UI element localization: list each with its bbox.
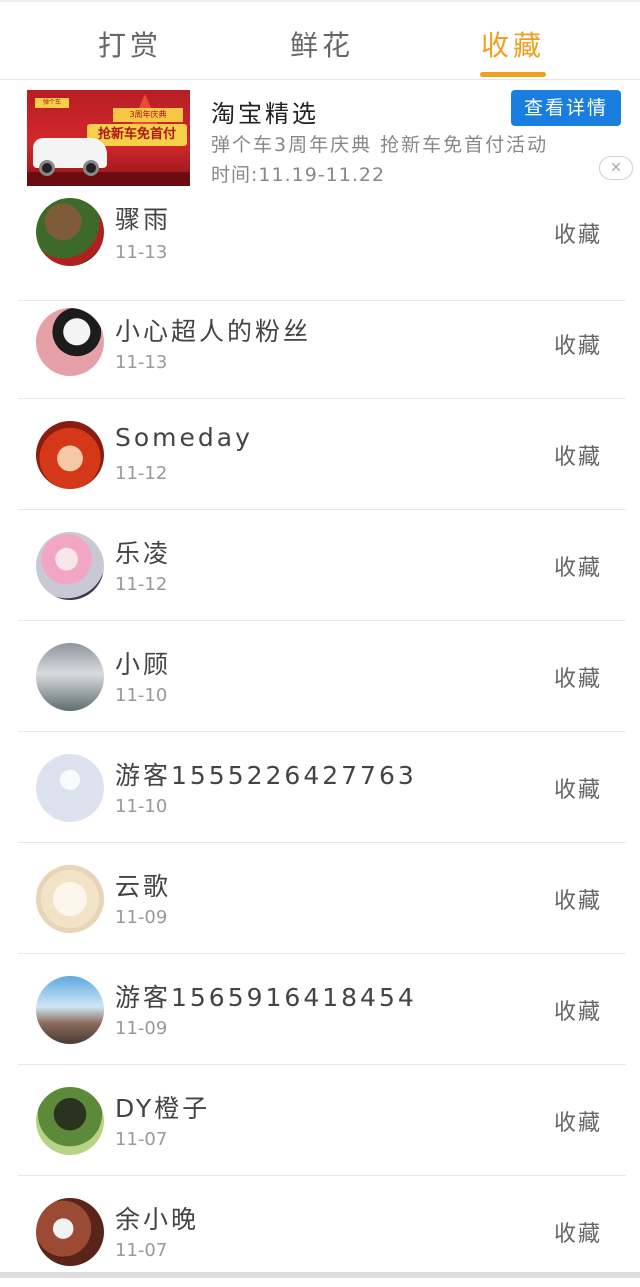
favorite-label[interactable]: 收藏: [554, 328, 602, 360]
user-name: 游客1555226427763: [115, 761, 417, 790]
date: 11-10: [115, 796, 168, 817]
active-tab-indicator: [480, 72, 546, 77]
user-name: 小顾: [115, 650, 172, 679]
user-name: Someday: [115, 423, 253, 452]
view-details-button[interactable]: 查看详情: [511, 90, 621, 126]
list-item[interactable]: 云歌 11-09 收藏: [18, 843, 626, 954]
user-name: 云歌: [115, 872, 172, 901]
favorite-label[interactable]: 收藏: [554, 883, 602, 915]
favorite-label[interactable]: 收藏: [554, 439, 602, 471]
date: 11-09: [115, 907, 168, 928]
ad-image-badge: 3周年庆典: [113, 108, 183, 122]
user-name: 余小晚: [115, 1205, 200, 1234]
avatar[interactable]: [36, 865, 104, 933]
bottom-scroll-indicator: [0, 1272, 640, 1278]
ad-time: 时间:11.19-11.22: [211, 164, 386, 186]
tab-bar: 打赏 鲜花 收藏: [0, 0, 640, 80]
list-item[interactable]: 小心超人的粉丝 11-13 收藏: [18, 288, 626, 399]
avatar[interactable]: [36, 643, 104, 711]
avatar[interactable]: [36, 1198, 104, 1266]
user-name: 小心超人的粉丝: [115, 317, 312, 346]
date: 11-13: [115, 352, 168, 373]
default-avatar[interactable]: [36, 754, 104, 822]
list-item[interactable]: Someday 11-12 收藏: [18, 399, 626, 510]
favorite-label[interactable]: 收藏: [554, 550, 602, 582]
list-item[interactable]: 小顾 11-10 收藏: [18, 621, 626, 732]
favorite-label[interactable]: 收藏: [554, 661, 602, 693]
ad-title: 淘宝精选: [211, 100, 319, 128]
list-item[interactable]: DY橙子 11-07 收藏: [18, 1065, 626, 1176]
date: 11-13: [115, 242, 168, 263]
ad-image[interactable]: 弹个车 3周年庆典 抢新车免首付: [27, 90, 190, 186]
user-name: DY橙子: [115, 1094, 211, 1123]
ad-description: 弹个车3周年庆典 抢新车免首付活动: [211, 134, 549, 156]
date: 11-07: [115, 1240, 168, 1261]
car-wheel: [39, 160, 55, 176]
date: 11-12: [115, 463, 168, 484]
tab-favorites[interactable]: 收藏: [453, 24, 573, 64]
user-name: 骤雨: [115, 205, 172, 234]
avatar[interactable]: [36, 198, 104, 266]
date: 11-10: [115, 685, 168, 706]
tab-flowers[interactable]: 鲜花: [262, 24, 382, 64]
date: 11-07: [115, 1129, 168, 1150]
avatar[interactable]: [36, 1087, 104, 1155]
avatar[interactable]: [36, 976, 104, 1044]
favorite-label[interactable]: 收藏: [554, 994, 602, 1026]
favorite-label[interactable]: 收藏: [554, 1216, 602, 1248]
list-item[interactable]: 游客1555226427763 11-10 收藏: [18, 732, 626, 843]
car-wheel: [83, 160, 99, 176]
close-icon[interactable]: ✕: [599, 156, 633, 180]
user-name: 乐凌: [115, 539, 172, 568]
ad-image-logo: 弹个车: [35, 98, 69, 108]
list-item[interactable]: 游客1565916418454 11-09 收藏: [18, 954, 626, 1065]
avatar[interactable]: [36, 421, 104, 489]
avatar[interactable]: [36, 308, 104, 376]
list-item[interactable]: 乐凌 11-12 收藏: [18, 510, 626, 621]
list-item[interactable]: 骤雨 11-13 收藏: [18, 190, 626, 301]
user-name: 游客1565916418454: [115, 983, 417, 1012]
favorite-label[interactable]: 收藏: [554, 217, 602, 249]
avatar[interactable]: [36, 532, 104, 600]
list-item[interactable]: 余小晚 11-07 收藏: [18, 1176, 626, 1287]
tab-tip[interactable]: 打赏: [70, 24, 190, 64]
date: 11-12: [115, 574, 168, 595]
favorite-label[interactable]: 收藏: [554, 772, 602, 804]
favorite-label[interactable]: 收藏: [554, 1105, 602, 1137]
date: 11-09: [115, 1018, 168, 1039]
